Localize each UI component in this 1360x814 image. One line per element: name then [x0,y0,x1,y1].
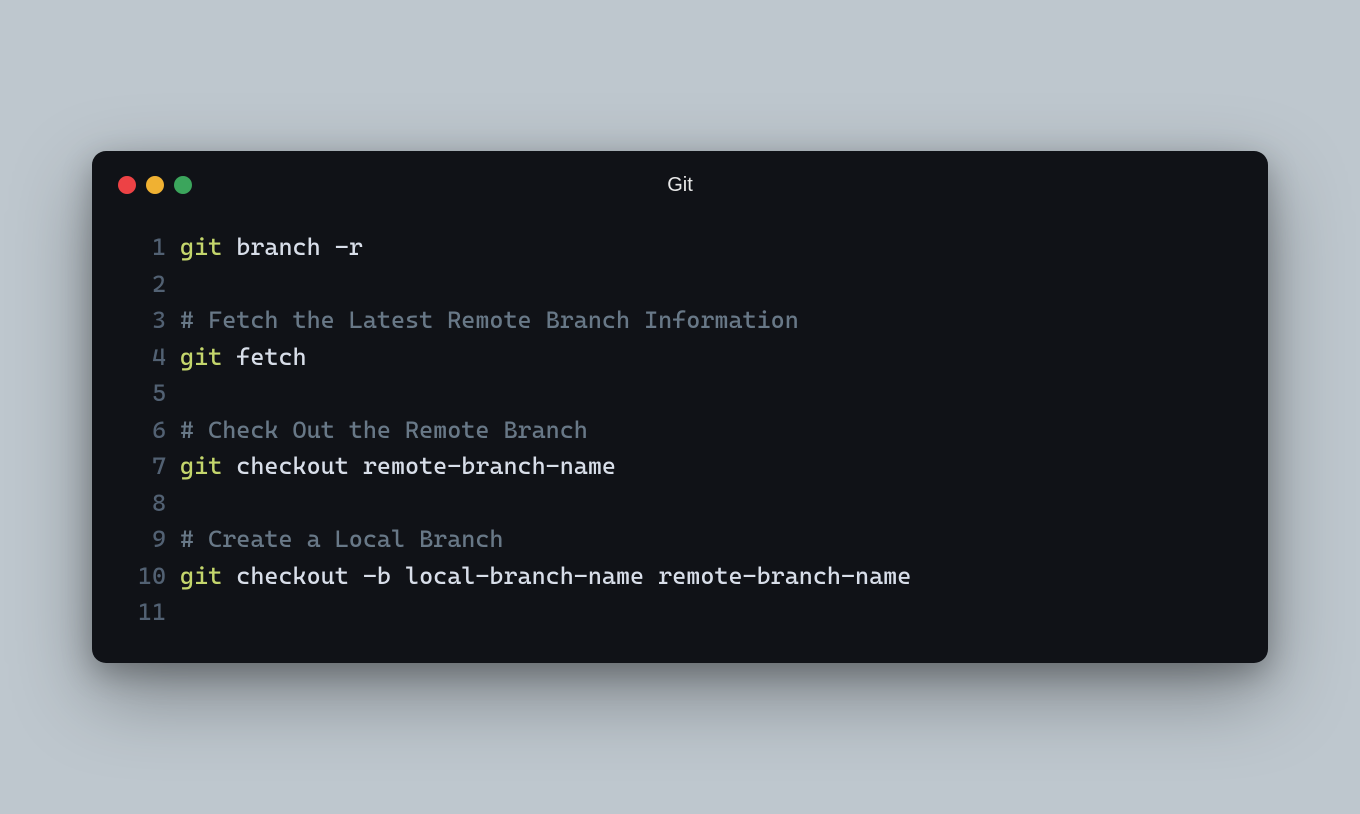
code-line: 10 git checkout -b local-branch-name remo… [122,558,1238,594]
code-content: git checkout remote-branch-name [180,448,616,484]
window-title: Git [92,174,1268,197]
close-icon[interactable] [118,176,136,194]
code-line: 1 git branch -r [122,229,1238,265]
code-content: git checkout -b local-branch-name remote… [180,558,911,594]
code-area[interactable]: 1 git branch -r 23 # Fetch the Latest Remot… [92,201,1268,662]
code-token-keyword: git [180,233,222,261]
code-content: # Check Out the Remote Branch [180,412,588,448]
terminal-window: Git 1 git branch -r 23 # Fetch the Latest R… [92,151,1268,662]
code-token-text: checkout -b local-branch-name remote-bra… [222,562,911,590]
code-line: 11 [122,594,1238,630]
code-token-comment: # Fetch the Latest Remote Branch Informa… [180,306,799,334]
code-token-keyword: git [180,343,222,371]
code-content: # Create a Local Branch [180,521,503,557]
code-token-text: checkout remote-branch-name [222,452,616,480]
line-number: 7 [122,448,166,484]
line-number: 8 [122,485,166,521]
maximize-icon[interactable] [174,176,192,194]
code-line: 2 [122,266,1238,302]
code-line: 8 [122,485,1238,521]
minimize-icon[interactable] [146,176,164,194]
line-number: 4 [122,339,166,375]
code-content: # Fetch the Latest Remote Branch Informa… [180,302,799,338]
titlebar: Git [92,151,1268,201]
line-number: 1 [122,229,166,265]
code-content: git fetch [180,339,307,375]
line-number: 5 [122,375,166,411]
code-token-text: fetch [222,343,306,371]
code-line: 4 git fetch [122,339,1238,375]
code-line: 6 # Check Out the Remote Branch [122,412,1238,448]
line-number: 6 [122,412,166,448]
code-token-keyword: git [180,452,222,480]
code-token-comment: # Create a Local Branch [180,525,503,553]
line-number: 10 [122,558,166,594]
line-number: 2 [122,266,166,302]
code-token-keyword: git [180,562,222,590]
code-line: 7 git checkout remote-branch-name [122,448,1238,484]
code-line: 3 # Fetch the Latest Remote Branch Inform… [122,302,1238,338]
code-content: git branch -r [180,229,363,265]
code-line: 9 # Create a Local Branch [122,521,1238,557]
line-number: 11 [122,594,166,630]
code-token-comment: # Check Out the Remote Branch [180,416,588,444]
code-line: 5 [122,375,1238,411]
line-number: 3 [122,302,166,338]
code-token-text: branch -r [222,233,363,261]
traffic-lights [118,176,192,194]
line-number: 9 [122,521,166,557]
